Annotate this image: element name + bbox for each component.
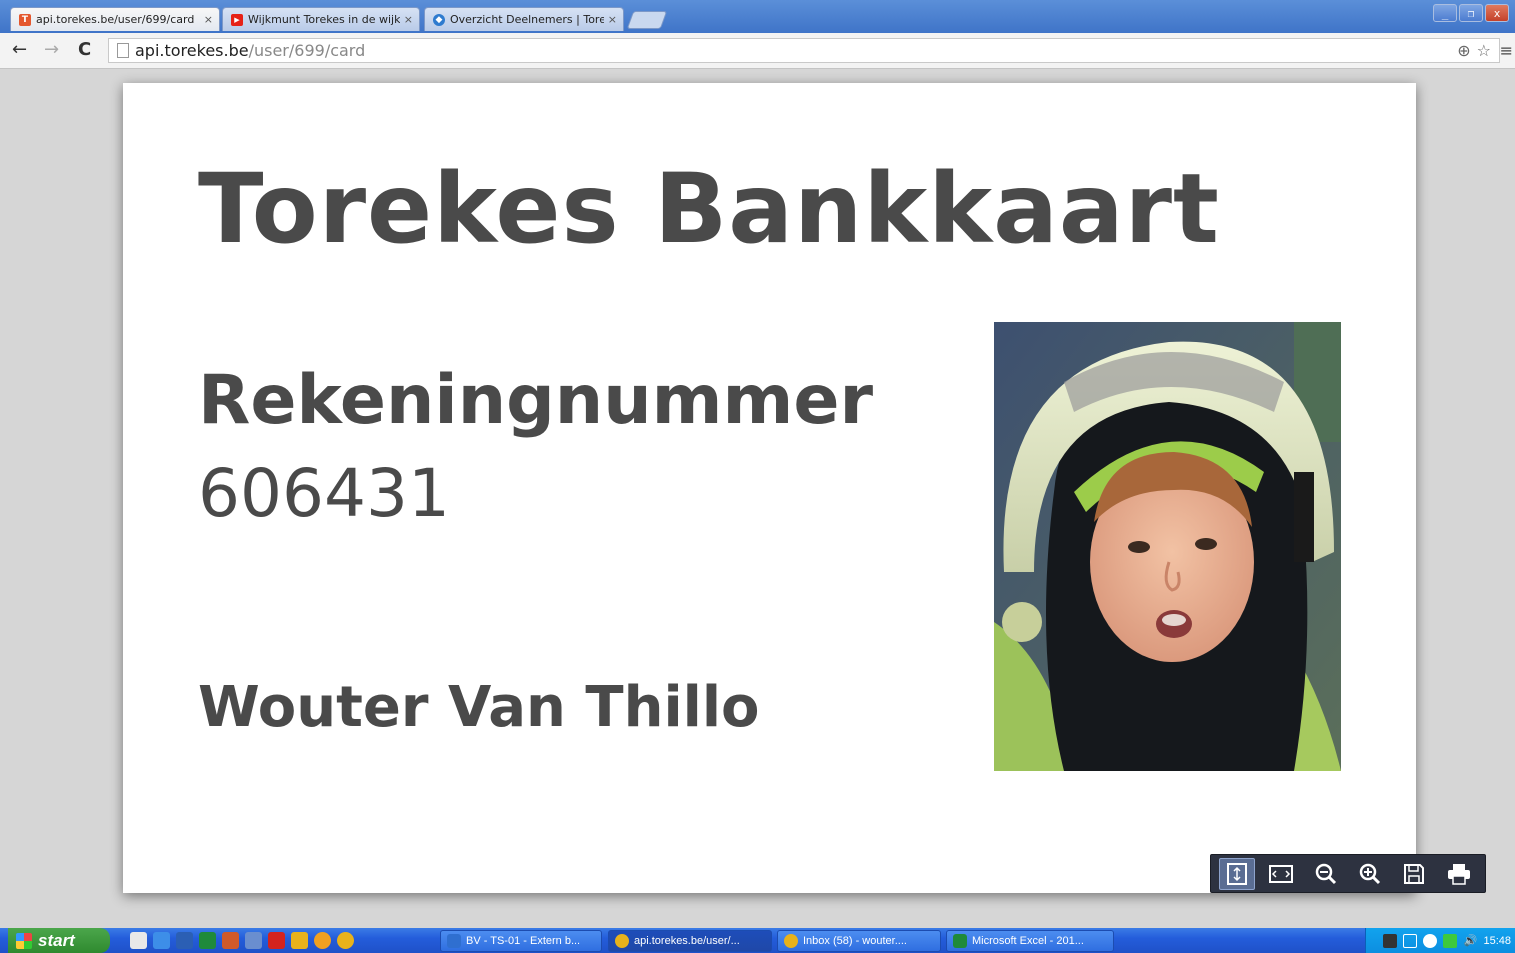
back-arrow-icon[interactable]: ← [12, 39, 27, 60]
expand-tray-icon[interactable] [1423, 933, 1438, 948]
system-tray: 🔊 15:48 [1365, 928, 1515, 953]
tab-overzicht-deelnemers[interactable]: ◆ Overzicht Deelnemers | Tore × [424, 7, 624, 31]
zoom-icon[interactable]: ⊕ [1457, 41, 1470, 60]
tab-title: api.torekes.be/user/699/card [36, 13, 195, 26]
tab-strip: T api.torekes.be/user/699/card × ▶ Wijkm… [0, 0, 1515, 33]
start-label: start [38, 930, 75, 950]
chrome-icon [615, 934, 629, 948]
excel-icon[interactable] [199, 932, 216, 949]
task-label: Microsoft Excel - 201... [972, 935, 1084, 947]
tab-torekes-card[interactable]: T api.torekes.be/user/699/card × [10, 7, 220, 31]
network-icon[interactable] [1403, 933, 1418, 948]
close-window-icon[interactable]: x [1485, 4, 1509, 22]
chrome-menu-icon[interactable]: ≡ [1500, 41, 1513, 60]
save-icon[interactable] [1396, 858, 1432, 890]
word-icon[interactable] [176, 932, 193, 949]
new-tab-button[interactable] [626, 11, 668, 29]
windows-taskbar: start BV - TS-01 - Extern b... api.torek… [0, 928, 1515, 953]
zoom-out-icon[interactable] [1308, 858, 1344, 890]
acrobat-icon[interactable] [268, 932, 285, 949]
quick-launch [130, 932, 354, 949]
help-icon[interactable] [1383, 933, 1398, 948]
close-tab-icon[interactable]: × [608, 13, 617, 26]
desktop-icon[interactable] [130, 932, 147, 949]
signal-icon[interactable] [1443, 933, 1458, 948]
close-tab-icon[interactable]: × [404, 13, 413, 26]
excel-icon [953, 934, 967, 948]
bookmark-star-icon[interactable]: ☆ [1477, 41, 1491, 60]
powerpoint-icon[interactable] [222, 932, 239, 949]
pdf-controls-toolbar [1210, 854, 1486, 893]
page-icon [117, 43, 129, 58]
task-label: api.torekes.be/user/... [634, 935, 740, 947]
omnibox-actions: ⊕ ☆ [1457, 41, 1491, 60]
start-button[interactable]: start [8, 928, 110, 953]
minimize-icon[interactable]: _ [1433, 4, 1457, 22]
close-tab-icon[interactable]: × [204, 13, 213, 26]
pdf-viewer: Torekes Bankkaart Rekeningnummer 606431 … [8, 69, 1515, 921]
bank-card-page: Torekes Bankkaart Rekeningnummer 606431 … [123, 83, 1416, 893]
url-host: api.torekes.be [135, 41, 249, 60]
restore-icon[interactable]: ❐ [1459, 4, 1483, 22]
youtube-favicon-icon: ▶ [231, 13, 243, 26]
app-icon [447, 934, 461, 948]
media-icon[interactable] [314, 932, 331, 949]
volume-icon[interactable]: 🔊 [1463, 934, 1477, 948]
card-title: Torekes Bankkaart [198, 153, 1220, 265]
chrome-icon[interactable] [337, 932, 354, 949]
url-path: /user/699/card [248, 41, 366, 60]
taskbar-item[interactable]: Inbox (58) - wouter.... [777, 930, 941, 952]
drupal-favicon-icon: ◆ [433, 13, 445, 26]
tab-youtube-wijkmunt[interactable]: ▶ Wijkmunt Torekes in de wijk × [222, 7, 420, 31]
account-holder-name: Wouter Van Thillo [198, 675, 760, 740]
paint-icon[interactable] [291, 932, 308, 949]
taskbar-item[interactable]: Microsoft Excel - 201... [946, 930, 1114, 952]
forward-arrow-icon[interactable]: → [44, 39, 59, 60]
fit-page-icon[interactable] [1219, 857, 1256, 890]
task-label: Inbox (58) - wouter.... [803, 935, 907, 947]
browser-toolbar: ← → C api.torekes.be/user/699/card ⊕ ☆ ≡ [0, 33, 1515, 69]
tab-title: Overzicht Deelnemers | Tore [450, 13, 604, 26]
internet-explorer-icon[interactable] [153, 932, 170, 949]
tab-title: Wijkmunt Torekes in de wijk [248, 13, 400, 26]
account-label: Rekeningnummer [198, 361, 873, 440]
zoom-in-icon[interactable] [1352, 858, 1388, 890]
torekes-favicon-icon: T [19, 13, 31, 26]
print-icon[interactable] [1441, 858, 1477, 890]
chrome-icon [784, 934, 798, 948]
holder-photo [994, 322, 1341, 771]
app-icon[interactable] [245, 932, 262, 949]
clock: 15:48 [1483, 934, 1511, 947]
task-label: BV - TS-01 - Extern b... [466, 935, 581, 947]
windows-logo-icon [16, 932, 32, 949]
taskbar-item[interactable]: api.torekes.be/user/... [608, 930, 772, 952]
taskbar-item[interactable]: BV - TS-01 - Extern b... [440, 930, 602, 952]
window-controls: _ ❐ x [1433, 4, 1509, 22]
fit-width-icon[interactable] [1263, 858, 1299, 890]
address-bar[interactable]: api.torekes.be/user/699/card ⊕ ☆ [108, 38, 1500, 63]
reload-icon[interactable]: C [78, 39, 91, 60]
account-number: 606431 [198, 455, 450, 532]
